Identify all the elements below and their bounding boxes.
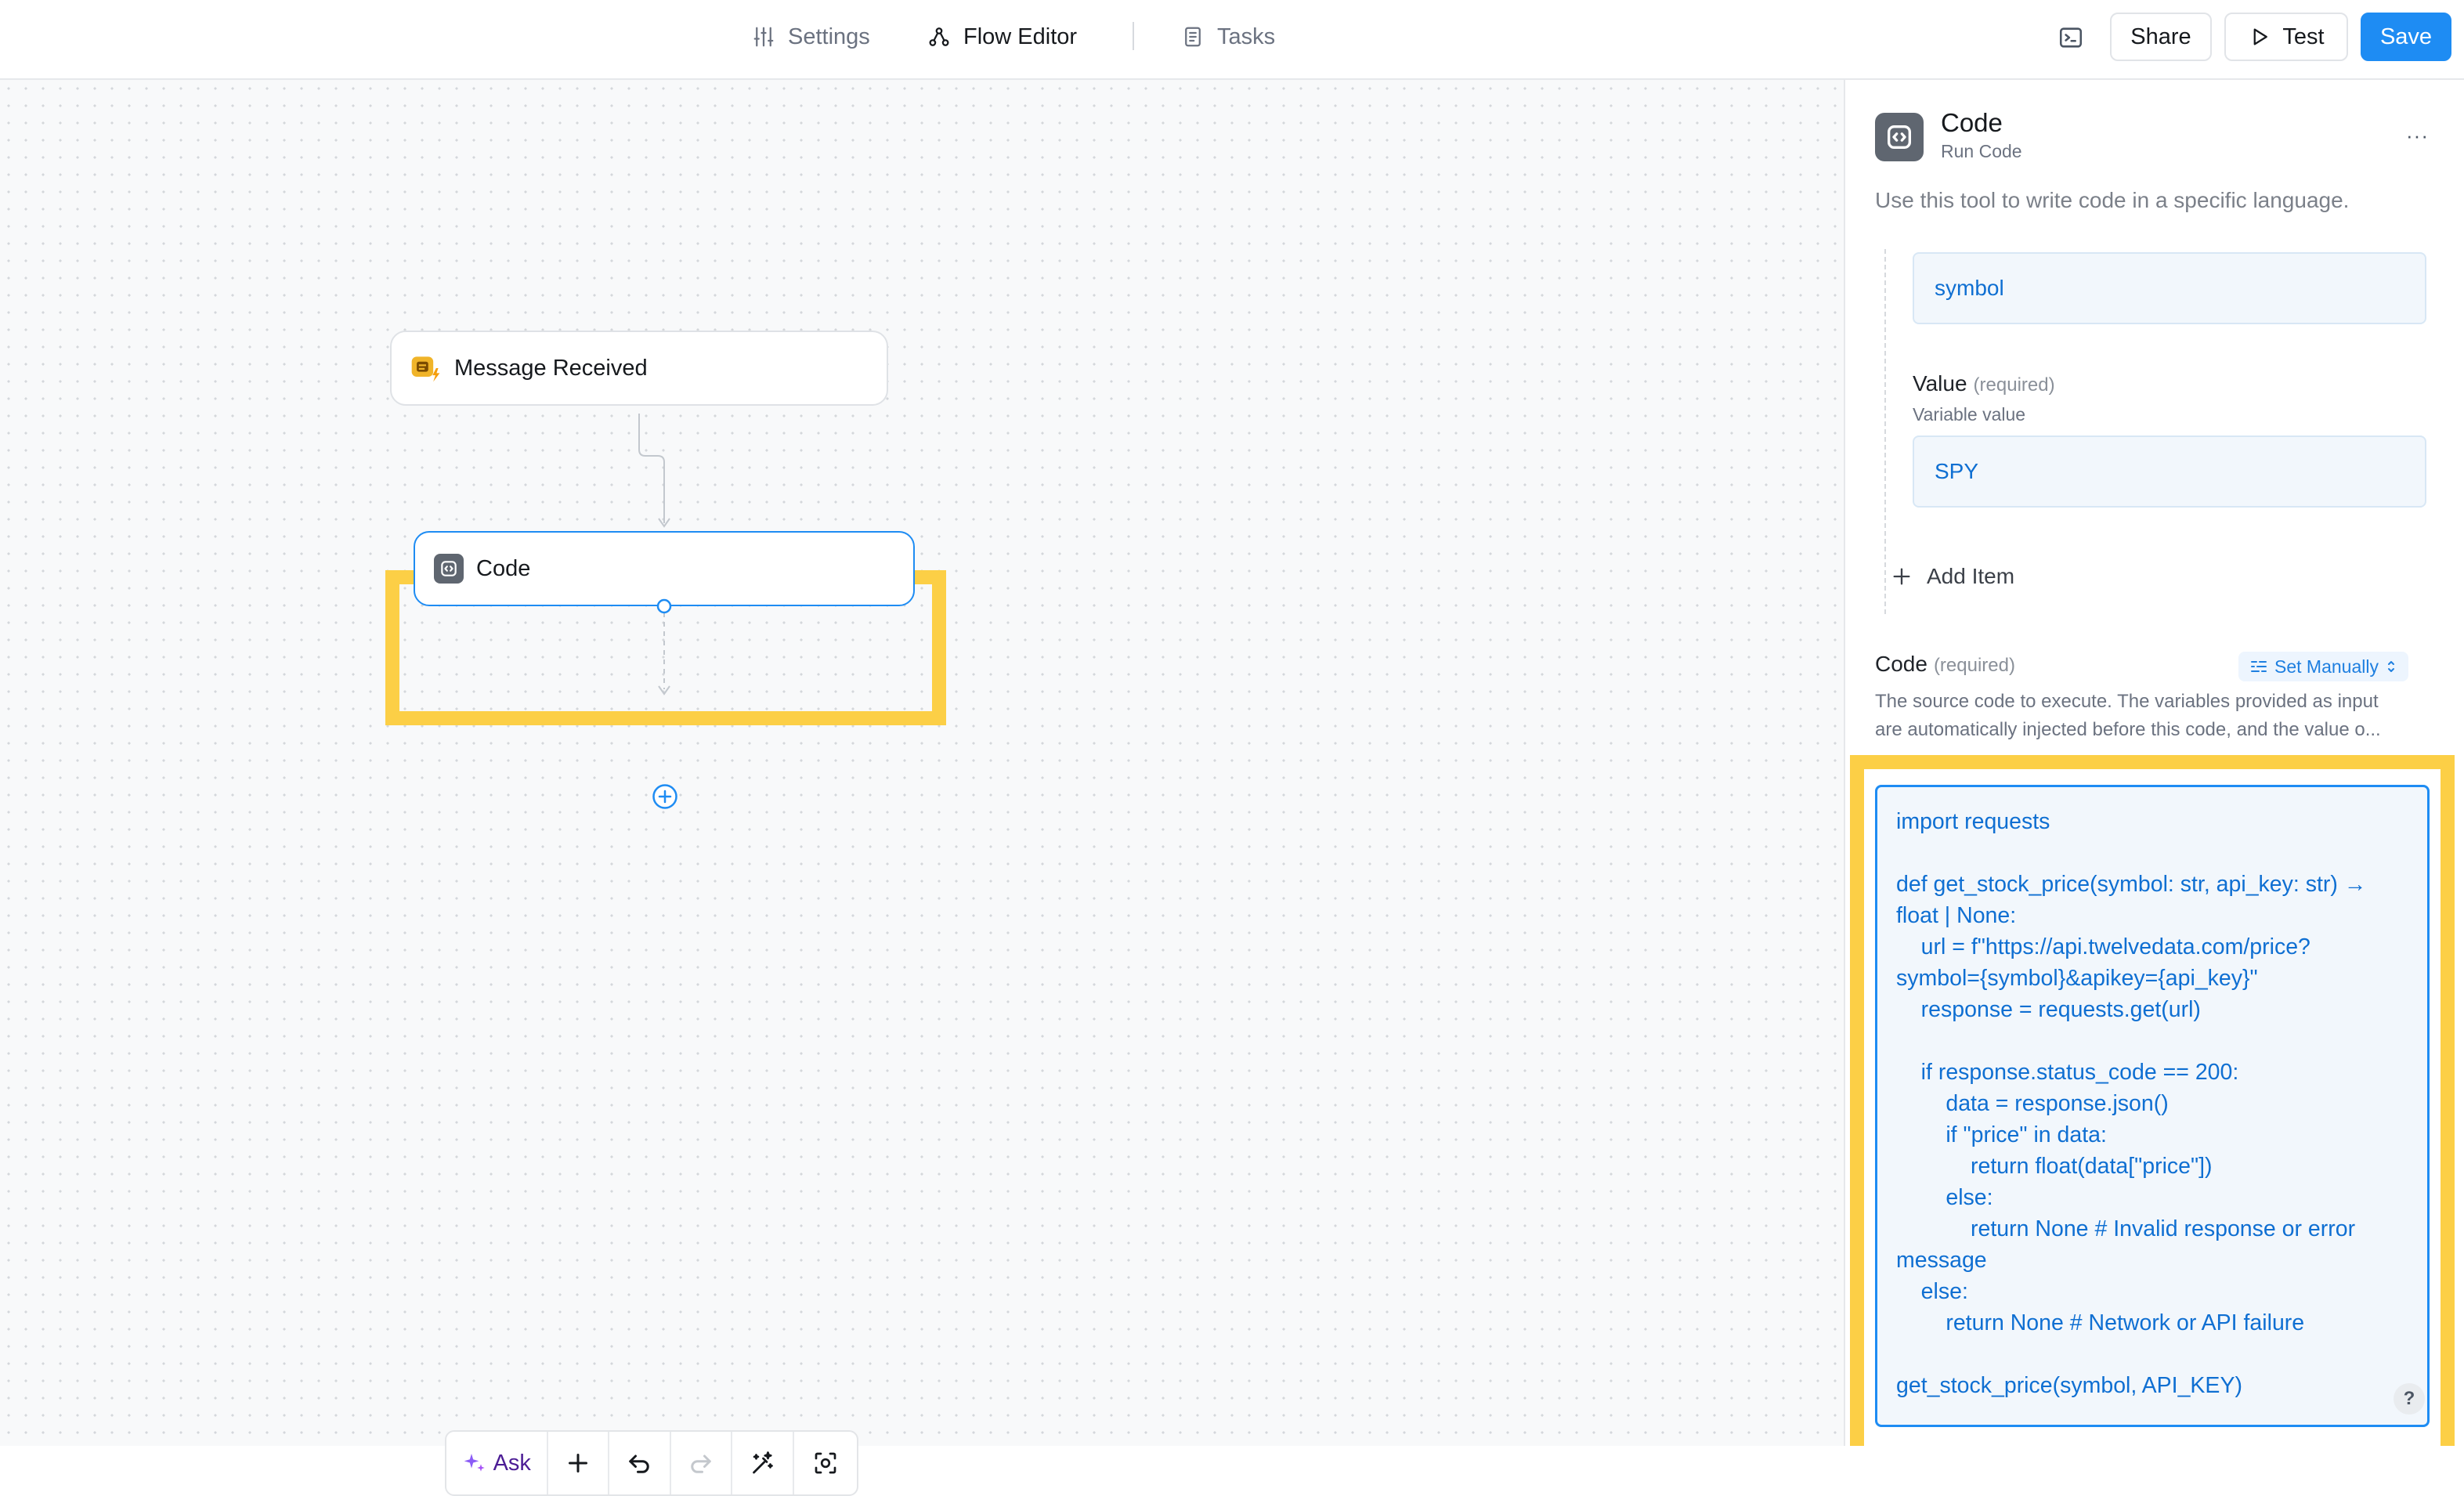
tab-flow-editor-label: Flow Editor [963,23,1078,49]
flow-canvas[interactable]: Message Received Code Ask [0,80,1844,1496]
sparkle-icon [464,1454,485,1472]
test-label: Test [2282,23,2325,49]
panel-description: Use this tool to write code in a specifi… [1875,188,2350,212]
ask-button[interactable]: Ask [446,1432,548,1494]
value-field[interactable]: SPY [1913,435,2426,508]
value-label-text: Value [1913,371,1967,396]
set-manually-label: Set Manually [2274,656,2379,677]
undo-button[interactable] [609,1432,671,1494]
code-line: def get_stock_price(symbol: str, api_key… [1896,872,2367,897]
tidy-button[interactable] [732,1432,794,1494]
add-item-button[interactable]: Add Item [1891,564,2014,589]
terminal-icon [2059,27,2083,48]
tab-settings-label: Settings [788,23,870,49]
magic-wand-icon [753,1451,774,1474]
set-manually-dropdown[interactable]: Set Manually [2238,652,2408,681]
code-node[interactable]: Code [414,531,915,606]
code-line: message [1896,1248,1987,1273]
panel-subtitle: Run Code [1941,141,2022,161]
code-line: else: [1896,1279,1968,1304]
document-icon [1185,27,1201,47]
terminal-button[interactable] [2054,20,2088,55]
code-line: return None # Invalid response or error [1896,1216,2356,1241]
variable-name-value: symbol [1935,276,2004,300]
code-line: return float(data["price"]) [1896,1154,2213,1179]
panel-title: Code [1941,108,2003,137]
code-description: The source code to execute. The variable… [1875,688,2423,744]
code-line: else: [1896,1185,1993,1210]
help-icon[interactable]: ? [2394,1383,2425,1415]
code-required: (required) [1933,655,2015,676]
message-trigger-icon [411,356,440,382]
list-settings-icon [2251,661,2267,672]
variable-name-field[interactable]: symbol [1913,252,2426,324]
code-label-text: Code [1875,652,1927,676]
value-required: (required) [1973,374,2055,396]
code-line: import requests [1896,809,2050,834]
code-line: symbol={symbol}&apikey={api_key}" [1896,966,2258,991]
code-field-label: Code (required) [1875,652,2015,677]
code-line: data = response.json() [1896,1091,2169,1116]
flow-connectors [638,414,670,696]
share-label: Share [2130,23,2191,49]
add-item-label: Add Item [1927,564,2015,588]
save-button[interactable]: Save [2361,13,2451,61]
flow-icon [929,27,949,46]
plus-icon [1893,568,1910,585]
value-label: Value (required) [1913,371,2055,396]
undo-icon [629,1454,650,1473]
tab-settings[interactable]: Settings [752,17,870,56]
code-description-line-1: The source code to execute. The variable… [1875,691,2379,712]
code-icon [434,554,464,584]
plus-icon [568,1454,587,1473]
trigger-node-label: Message Received [454,355,648,381]
share-button[interactable]: Share [2110,13,2212,61]
connector-line [638,414,665,523]
code-line: return None # Network or API failure [1896,1310,2305,1335]
redo-button[interactable] [671,1432,733,1494]
focus-icon [815,1452,836,1474]
code-step-icon [1875,113,1924,161]
input-items-guide [1884,249,1886,614]
code-line: url = f"https://api.twelvedata.com/price… [1896,934,2310,959]
value-hint: Variable value [1913,404,2026,425]
trigger-node[interactable]: Message Received [390,331,888,406]
tab-tasks[interactable]: Tasks [1181,17,1275,56]
add-node-button[interactable] [548,1432,610,1494]
test-button[interactable]: Test [2224,13,2348,61]
code-line: response = requests.get(url) [1896,997,2201,1022]
tab-divider [1133,22,1134,50]
more-options-icon[interactable]: ··· [2406,124,2429,148]
code-line: float | None: [1896,903,2017,928]
output-port[interactable] [656,598,673,615]
code-node-label: Code [476,555,531,581]
add-step-icon[interactable] [652,783,678,810]
save-label: Save [2379,23,2433,49]
step-settings-panel: Code Run Code ··· Use this tool to write… [1844,80,2464,1446]
sliders-icon [753,27,774,47]
top-bar: Settings Flow Editor Tasks Share Test Sa… [0,0,2464,80]
ask-label: Ask [493,1450,531,1476]
code-line: get_stock_price(symbol, API_KEY) [1896,1373,2242,1398]
fit-view-button[interactable] [794,1432,857,1494]
tab-tasks-label: Tasks [1217,23,1276,49]
code-description-line-2: are automatically injected before this c… [1875,719,2381,740]
code-editor[interactable]: import requests def get_stock_price(symb… [1875,785,2430,1427]
code-line: if response.status_code == 200: [1896,1060,2239,1085]
value-value: SPY [1935,459,1979,483]
canvas-toolbar: Ask [445,1430,858,1496]
chevron-up-down-icon [2387,661,2394,672]
tab-flow-editor[interactable]: Flow Editor [927,17,1077,56]
play-icon [2254,28,2268,45]
code-line: if "price" in data: [1896,1122,2107,1147]
code-content: import requests def get_stock_price(symb… [1877,787,2427,1401]
redo-icon [691,1454,711,1473]
